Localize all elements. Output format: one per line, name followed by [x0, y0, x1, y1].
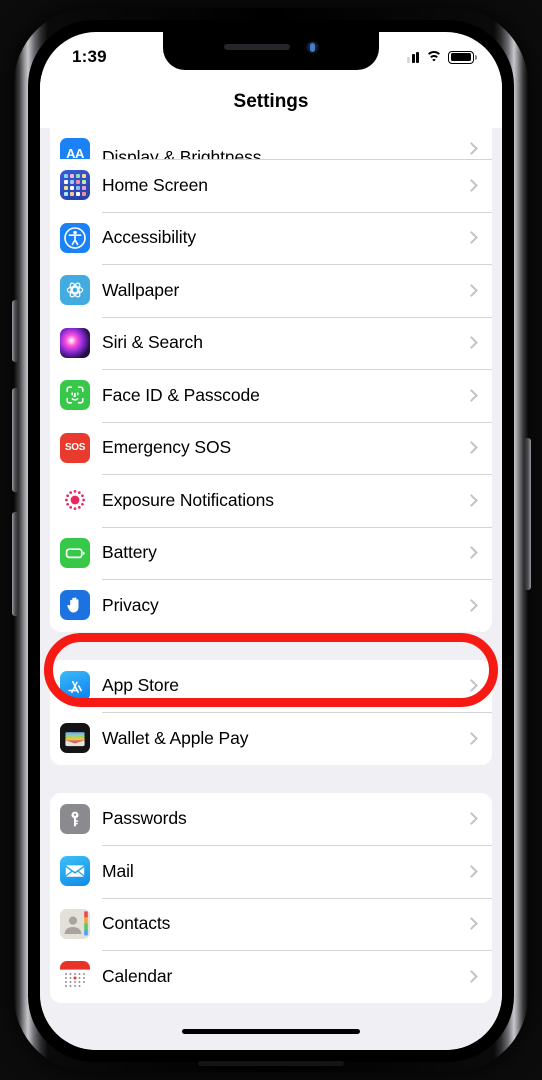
chevron-right-icon	[465, 336, 478, 350]
calendar-icon	[60, 961, 90, 992]
settings-row-passwords[interactable]: Passwords	[50, 792, 492, 845]
siri-search-icon	[60, 327, 90, 358]
settings-row-label: Emergency SOS	[102, 437, 232, 458]
status-time: 1:39	[72, 47, 107, 66]
accessibility-icon	[60, 222, 90, 253]
settings-row-label: Face ID & Passcode	[102, 384, 260, 405]
volume-down-button[interactable]	[12, 512, 19, 616]
chevron-right-icon	[465, 178, 478, 192]
app-store-icon	[60, 670, 90, 701]
silent-switch[interactable]	[12, 300, 19, 362]
face-id-icon	[60, 380, 90, 411]
settings-row-battery[interactable]: Battery	[50, 526, 492, 579]
settings-row-label: Passwords	[102, 808, 187, 829]
earpiece-speaker-icon	[223, 44, 290, 50]
settings-row-contacts[interactable]: Contacts	[50, 897, 492, 950]
emergency-sos-icon: SOS	[60, 432, 90, 463]
settings-row-label: Siri & Search	[102, 332, 203, 353]
chevron-right-icon	[465, 969, 478, 983]
bottom-speaker	[198, 1061, 344, 1066]
cellular-signal-icon	[402, 51, 419, 63]
wallpaper-icon	[60, 275, 90, 306]
settings-row-label: Home Screen	[102, 174, 208, 195]
exposure-notifications-icon	[60, 485, 90, 516]
settings-row-wallpaper[interactable]: Wallpaper	[50, 264, 492, 317]
chevron-right-icon	[465, 812, 478, 826]
chevron-right-icon	[465, 679, 478, 693]
notch	[163, 32, 379, 70]
status-indicators	[402, 50, 477, 64]
screenshot-scene: 1:39 Settings AA Display & Brightness Ho…	[0, 0, 542, 1080]
contacts-icon	[60, 908, 90, 939]
privacy-hand-icon	[60, 590, 90, 621]
chevron-right-icon	[465, 731, 478, 745]
chevron-right-icon	[465, 493, 478, 507]
icon-glyph-text: SOS	[64, 442, 86, 454]
settings-row-label: App Store	[102, 675, 179, 696]
settings-row-label: Contacts	[102, 913, 171, 934]
nav-bar: Settings	[40, 76, 502, 128]
settings-row-label: Mail	[102, 860, 134, 881]
chevron-right-icon	[465, 546, 478, 560]
page-title: Settings	[233, 91, 309, 112]
settings-row-mail[interactable]: Mail	[50, 845, 492, 898]
front-camera-icon	[305, 40, 319, 54]
chevron-right-icon	[465, 388, 478, 402]
settings-row-wallet-apple-pay[interactable]: Wallet & Apple Pay	[50, 712, 492, 765]
settings-row-face-id[interactable]: Face ID & Passcode	[50, 369, 492, 422]
settings-list[interactable]: AA Display & Brightness Home Screen Acce…	[40, 128, 502, 1050]
passwords-key-icon	[60, 803, 90, 834]
settings-row-display-brightness[interactable]: AA Display & Brightness	[50, 128, 492, 168]
home-indicator[interactable]	[182, 1028, 360, 1034]
settings-row-label: Battery	[102, 542, 157, 563]
settings-row-app-store[interactable]: App Store	[50, 659, 492, 712]
settings-row-label: Accessibility	[102, 227, 197, 248]
chevron-right-icon	[465, 917, 478, 931]
chevron-right-icon	[465, 283, 478, 297]
settings-group-store: App Store Wallet & Apple Pay	[50, 659, 492, 765]
settings-row-home-screen[interactable]: Home Screen	[50, 159, 492, 212]
settings-group-accounts: Passwords Mail Contacts Calendar	[50, 792, 492, 1003]
battery-settings-icon	[60, 537, 90, 568]
battery-icon	[448, 50, 477, 64]
wifi-icon	[425, 50, 442, 64]
settings-row-accessibility[interactable]: Accessibility	[50, 211, 492, 264]
mail-icon	[60, 856, 90, 887]
chevron-right-icon	[465, 864, 478, 878]
settings-row-label: Exposure Notifications	[102, 489, 274, 510]
settings-row-label: Wallpaper	[102, 279, 180, 300]
wallet-icon	[60, 723, 90, 754]
settings-row-privacy[interactable]: Privacy	[50, 579, 492, 632]
settings-row-calendar[interactable]: Calendar	[50, 950, 492, 1003]
chevron-right-icon	[465, 441, 478, 455]
chevron-right-icon	[465, 142, 478, 155]
settings-row-label: Privacy	[102, 594, 159, 615]
settings-row-exposure-notifications[interactable]: Exposure Notifications	[50, 474, 492, 527]
volume-up-button[interactable]	[12, 388, 19, 492]
home-screen-icon	[60, 170, 90, 201]
chevron-right-icon	[465, 231, 478, 245]
settings-row-label: Calendar	[102, 965, 173, 986]
phone-screen: 1:39 Settings AA Display & Brightness Ho…	[40, 32, 502, 1050]
power-button[interactable]	[524, 438, 531, 590]
chevron-right-icon	[465, 598, 478, 612]
settings-row-siri-search[interactable]: Siri & Search	[50, 316, 492, 369]
settings-group-system: AA Display & Brightness Home Screen Acce…	[50, 128, 492, 632]
settings-row-emergency-sos[interactable]: SOS Emergency SOS	[50, 421, 492, 474]
settings-row-label: Wallet & Apple Pay	[102, 727, 249, 748]
